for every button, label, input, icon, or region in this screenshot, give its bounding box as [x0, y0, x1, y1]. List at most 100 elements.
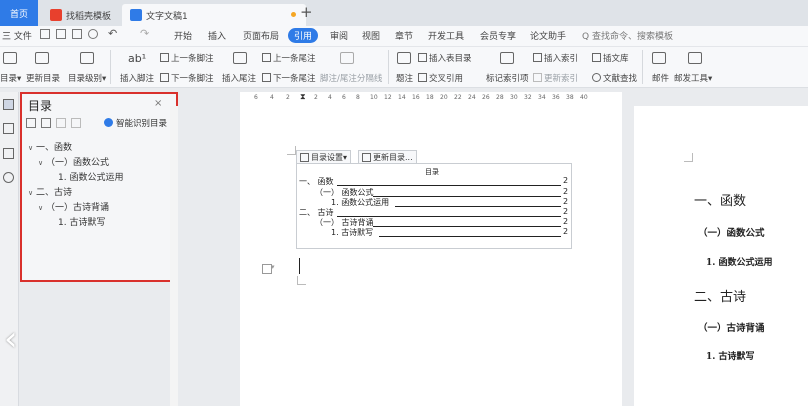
- redo-icon[interactable]: ↷: [140, 27, 149, 40]
- toc-panel-item[interactable]: ∨ 一、函数: [28, 140, 72, 153]
- table-of-figures-label: 插入表目录: [429, 54, 472, 64]
- tab-home[interactable]: 首页: [0, 0, 38, 26]
- tab-document[interactable]: 文字文稿1: [122, 4, 306, 26]
- footnote-separator-button[interactable]: 脚注/尾注分隔线: [320, 72, 382, 84]
- toc-panel-item[interactable]: ∨ （一）函数公式: [38, 155, 109, 168]
- chapter-nav-icon[interactable]: [3, 123, 14, 134]
- toc-entry[interactable]: 一、 函数: [299, 176, 334, 187]
- prev-footnote-label: 上一条脚注: [171, 54, 214, 64]
- expand-all-icon[interactable]: [26, 118, 36, 128]
- insert-index-button[interactable]: 插入索引: [533, 52, 578, 64]
- heading-3: 1. 古诗默写: [706, 352, 755, 362]
- chevron-down-icon: ∨: [28, 144, 34, 152]
- template-app-icon: [50, 9, 62, 21]
- insert-table-of-figures-button[interactable]: 插入表目录: [418, 52, 472, 64]
- toc-button[interactable]: 目录▾: [0, 72, 21, 84]
- ruler-tick: 4: [328, 94, 332, 101]
- ruler-tick: 10: [370, 94, 378, 101]
- insert-endnote-button[interactable]: 插入尾注: [222, 72, 256, 84]
- toc-settings-button[interactable]: 目录设置 ▾: [296, 150, 352, 164]
- heading-2: （一）古诗背诵: [698, 323, 765, 334]
- tab-document-label: 文字文稿1: [146, 11, 188, 22]
- ruler-tick: 40: [580, 94, 588, 101]
- toc-entry[interactable]: 1. 函数公式运用: [331, 197, 389, 208]
- menu-references[interactable]: 引用: [288, 28, 319, 43]
- chevron-left-icon[interactable]: ‹: [4, 322, 18, 356]
- insert-footnote-button[interactable]: 插入脚注: [120, 72, 154, 84]
- ruler-tick: 14: [398, 94, 406, 101]
- update-toc-inline-button[interactable]: 更新目录...: [358, 150, 417, 164]
- toc-icon: [3, 52, 17, 64]
- print-icon[interactable]: [72, 29, 82, 39]
- cross-reference-button[interactable]: 交叉引用: [418, 72, 463, 84]
- prev-endnote-button[interactable]: 上一条尾注: [262, 52, 316, 64]
- mail-button[interactable]: 邮件: [652, 72, 669, 84]
- menu-insert[interactable]: 插入: [208, 29, 226, 42]
- toc-entry-text: 函数: [317, 177, 334, 186]
- smart-toc-button[interactable]: 智能识别目录: [116, 117, 167, 129]
- chevron-down-icon: ∨: [38, 204, 44, 212]
- mark-index-button[interactable]: 标记索引项: [486, 72, 529, 84]
- update-toc-inline-label: 更新目录...: [373, 152, 413, 162]
- menu-chapter[interactable]: 章节: [395, 29, 413, 42]
- close-icon[interactable]: ×: [154, 98, 162, 109]
- caption-button[interactable]: 题注: [396, 72, 413, 84]
- cross-reference-label: 交叉引用: [429, 74, 464, 84]
- toc-panel-item[interactable]: ∨ 二、古诗: [28, 185, 72, 198]
- menu-membership[interactable]: 会员专享: [480, 29, 516, 42]
- save-icon[interactable]: [40, 29, 50, 39]
- demote-level-icon[interactable]: [71, 118, 81, 128]
- ruler-tick: 32: [524, 94, 532, 101]
- preview-icon[interactable]: [88, 29, 98, 39]
- margin-corner-mark: [287, 146, 296, 155]
- command-search[interactable]: Q 查找命令、搜索模板: [582, 29, 673, 42]
- menu-file[interactable]: 三 文件: [2, 29, 32, 42]
- collapse-all-icon[interactable]: [41, 118, 51, 128]
- next-footnote-button[interactable]: 下一条脚注: [160, 72, 214, 84]
- bibliography-button[interactable]: 插文库: [592, 52, 629, 64]
- text-cursor: [299, 258, 300, 274]
- toc-panel-item[interactable]: 1. 古诗默写: [58, 215, 105, 228]
- bookmark-icon[interactable]: [3, 148, 14, 159]
- prev-footnote-button[interactable]: 上一条脚注: [160, 52, 214, 64]
- menu-start[interactable]: 开始: [174, 29, 192, 42]
- update-index-icon: [533, 73, 542, 82]
- indent-marker-icon[interactable]: ⧗: [300, 92, 306, 102]
- mail-merge-button[interactable]: 邮发工具▾: [674, 72, 712, 84]
- toc-field[interactable]: 目录 一、 函数 2 （一） 函数公式 2 1. 函数公式运用 2 二、 古诗 …: [296, 163, 572, 249]
- ruler-tick: 4: [270, 94, 274, 101]
- export-pdf-icon[interactable]: [56, 29, 66, 39]
- toc-entry-prefix: 一、: [299, 177, 315, 186]
- tab-templates[interactable]: 找稻壳模板: [44, 4, 124, 26]
- literature-search-button[interactable]: 文献查找: [592, 72, 637, 84]
- menu-review[interactable]: 审阅: [330, 29, 348, 42]
- navigation-pane-icon[interactable]: [3, 99, 14, 110]
- ruler-tick: 16: [412, 94, 420, 101]
- new-tab-plus-icon[interactable]: +: [300, 3, 313, 21]
- ruler-tick: 30: [510, 94, 518, 101]
- next-endnote-button[interactable]: 下一条尾注: [262, 72, 316, 84]
- ruler-tick: 24: [468, 94, 476, 101]
- update-index-button[interactable]: 更新索引: [533, 72, 578, 84]
- menu-page-layout[interactable]: 页面布局: [243, 29, 279, 42]
- update-toc-button[interactable]: 更新目录: [26, 72, 60, 84]
- toc-entry[interactable]: 1. 古诗默写: [331, 227, 373, 238]
- menu-view[interactable]: 视图: [362, 29, 380, 42]
- menu-thesis-assistant[interactable]: 论文助手: [530, 29, 566, 42]
- toc-entry-prefix: 1.: [331, 228, 339, 237]
- chevron-down-icon[interactable]: ▾: [271, 263, 275, 271]
- caption-icon: [397, 52, 411, 64]
- toc-page-number: 2: [563, 176, 569, 185]
- toc-panel-item-label: 一、函数: [36, 143, 73, 153]
- next-endnote-icon: [262, 73, 271, 82]
- toc-settings-icon: [300, 152, 309, 162]
- toc-panel-item[interactable]: 1. 函数公式运用: [58, 170, 123, 183]
- toc-entry-text: 古诗背诵: [341, 218, 374, 227]
- toc-panel-item[interactable]: ∨ （一）古诗背诵: [38, 200, 109, 213]
- menu-developer[interactable]: 开发工具: [428, 29, 464, 42]
- search-icon[interactable]: [3, 172, 14, 183]
- promote-level-icon[interactable]: [56, 118, 66, 128]
- toc-level-button[interactable]: 目录级别▾: [68, 72, 106, 84]
- ruler-tick: 12: [384, 94, 392, 101]
- undo-icon[interactable]: ↶: [108, 27, 117, 40]
